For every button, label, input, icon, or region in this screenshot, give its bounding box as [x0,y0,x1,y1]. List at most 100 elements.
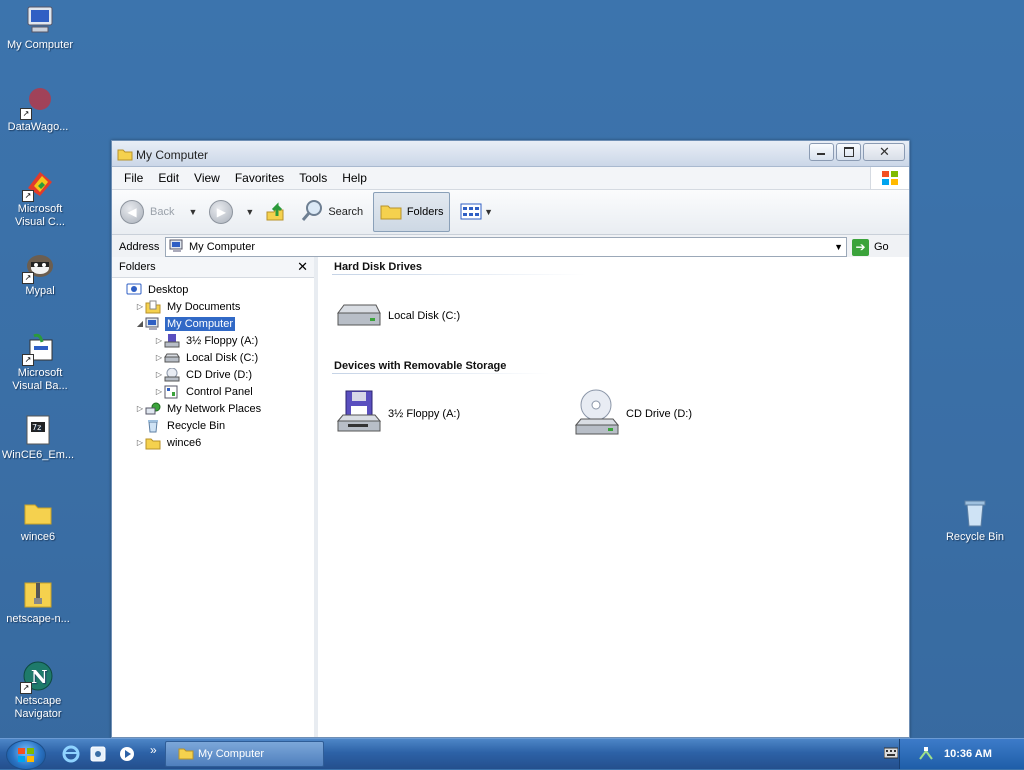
folder-icon [117,147,133,164]
tree-node-cd-drive-d[interactable]: ▷ CD Drive (D:) [112,366,314,383]
menu-view[interactable]: View [188,169,226,187]
menu-bar: File Edit View Favorites Tools Help [112,167,909,190]
close-button[interactable]: ✕ [863,143,905,161]
folder-icon [145,436,161,450]
minimize-button[interactable] [809,143,834,161]
tree-node-control-panel[interactable]: ▷ Control Panel [112,383,314,400]
shortcut-arrow-icon: ↗ [20,108,32,120]
shortcut-arrow-icon: ↗ [22,354,34,366]
search-button[interactable]: Search [300,199,363,226]
back-button[interactable]: ◀ Back ▼ [120,200,197,224]
clock[interactable]: 10:36 AM [944,748,992,760]
title-bar[interactable]: My Computer ✕ [112,141,909,167]
address-label: Address [119,241,160,253]
menu-favorites[interactable]: Favorites [229,169,290,187]
tree-node-my-network-places[interactable]: ▷ My Network Places [112,400,314,417]
drive-label: 3½ Floppy (A:) [388,408,461,420]
drive-item-floppy[interactable]: 3½ Floppy (A:) [334,389,460,439]
tree-node-desktop[interactable]: Desktop [112,281,314,298]
my-computer-icon [24,4,56,36]
tree-node-my-documents[interactable]: ▷ My Documents [112,298,314,315]
tree-expander-icon[interactable]: ◢ [135,319,145,328]
tree-node-label: My Documents [167,300,241,313]
desktop-icon-label: WinCE6_Em... [1,449,75,461]
close-pane-icon[interactable]: ✕ [297,259,308,275]
up-folder-button[interactable] [264,200,286,225]
address-dropdown-icon[interactable]: ▼ [834,242,843,252]
desktop-icon-visual-c[interactable]: ↗ Microsoft Visual C... [2,168,78,229]
desktop-icon-mypal[interactable]: ↗ Mypal [2,250,78,298]
explorer-window: My Computer ✕ File Edit View Favorites T… [111,140,910,738]
tree-expander-icon[interactable]: ▷ [135,302,145,311]
desktop-icon-wince6[interactable]: wince6 [0,496,76,544]
internet-explorer-icon[interactable] [62,745,80,763]
desktop-icon-datawago[interactable]: ↗ DataWago... [0,86,76,134]
tree-expander-icon[interactable]: ▷ [154,370,164,379]
7z-archive-icon: 7z [22,414,54,446]
group-divider [332,274,586,275]
system-tray: 10:36 AM [883,739,1024,769]
views-icon [460,202,482,223]
control-panel-icon [164,385,180,399]
drive-item-local-disk[interactable]: Local Disk (C:) [334,291,460,341]
group-header-removable-storage: Devices with Removable Storage [334,360,507,372]
menu-edit[interactable]: Edit [152,169,185,187]
recycle-bin-icon [959,496,991,528]
desktop-icon-label: Microsoft Visual Ba... [12,367,68,392]
visual-c-icon: ↗ [22,168,56,202]
start-button[interactable] [6,740,46,770]
desktop-icon-my-computer[interactable]: My Computer [2,4,78,52]
tree-expander-icon[interactable]: ▷ [135,404,145,413]
search-icon [300,199,324,226]
desktop-icon-visual-basic[interactable]: ↗ Microsoft Visual Ba... [2,332,78,393]
forward-arrow-icon: ▶ [209,200,234,224]
tree-expander-icon[interactable]: ▷ [154,336,164,345]
quicklaunch-overflow-icon[interactable]: » [150,743,157,757]
go-arrow-icon: ➔ [852,238,869,256]
desktop-icon-label: wince6 [20,531,56,543]
desktop-icon-wince6-em[interactable]: 7z WinCE6_Em... [0,414,76,462]
tree-expander-icon[interactable]: ▷ [135,438,145,447]
folders-icon [380,202,402,223]
documents-folder-icon [145,300,161,314]
my-computer-icon [145,317,161,331]
menu-tools[interactable]: Tools [293,169,333,187]
maximize-icon [844,147,854,157]
desktop-icon-label: My Computer [6,39,74,51]
tree-expander-icon[interactable]: ▷ [154,353,164,362]
menu-file[interactable]: File [118,169,149,187]
drive-item-cd-drive[interactable]: CD Drive (D:) [572,389,692,439]
forward-dropdown-icon[interactable]: ▼ [245,207,254,217]
tree-node-my-computer[interactable]: ◢ My Computer [112,315,314,332]
tree-node-3-floppy-a[interactable]: ▷ 3½ Floppy (A:) [112,332,314,349]
keyboard-icon[interactable] [883,747,899,762]
close-icon: ✕ [879,144,890,159]
drive-label: CD Drive (D:) [626,408,692,420]
desktop-icon-netscape-zip[interactable]: netscape-n... [0,578,76,626]
address-input[interactable]: My Computer ▼ [165,237,847,257]
desktop-icon-netscape-navigator[interactable]: N ↗ Netscape Navigator [0,660,76,721]
group-header-hard-disk-drives: Hard Disk Drives [334,261,423,273]
desktop-icon-label: netscape-n... [6,613,70,625]
folders-pane-title: Folders [119,261,156,273]
back-dropdown-icon[interactable]: ▼ [188,207,197,217]
network-status-icon[interactable] [918,745,934,764]
shortcut-arrow-icon: ↗ [22,190,34,202]
explorer-quicklaunch-icon[interactable] [89,745,107,763]
maximize-button[interactable] [836,143,861,161]
desktop-icon-recycle-bin[interactable]: Recycle Bin [937,496,1013,544]
tree-node-recycle-bin[interactable]: Recycle Bin [112,417,314,434]
tree-node-local-disk-c[interactable]: ▷ Local Disk (C:) [112,349,314,366]
go-button[interactable]: ➔ Go [852,238,889,256]
taskbar-button-my-computer[interactable]: My Computer [165,741,324,767]
menu-help[interactable]: Help [336,169,373,187]
media-player-icon[interactable] [118,745,136,763]
views-button[interactable]: ▼ [460,202,493,223]
forward-button[interactable]: ▶ ▼ [209,200,254,224]
datawago-icon: ↗ [20,86,54,120]
tree-node-wince6[interactable]: ▷ wince6 [112,434,314,451]
tree-expander-icon[interactable]: ▷ [154,387,164,396]
back-arrow-icon: ◀ [120,200,144,224]
desktop-icon-label: Recycle Bin [945,531,1005,543]
folders-button[interactable]: Folders [373,192,451,232]
